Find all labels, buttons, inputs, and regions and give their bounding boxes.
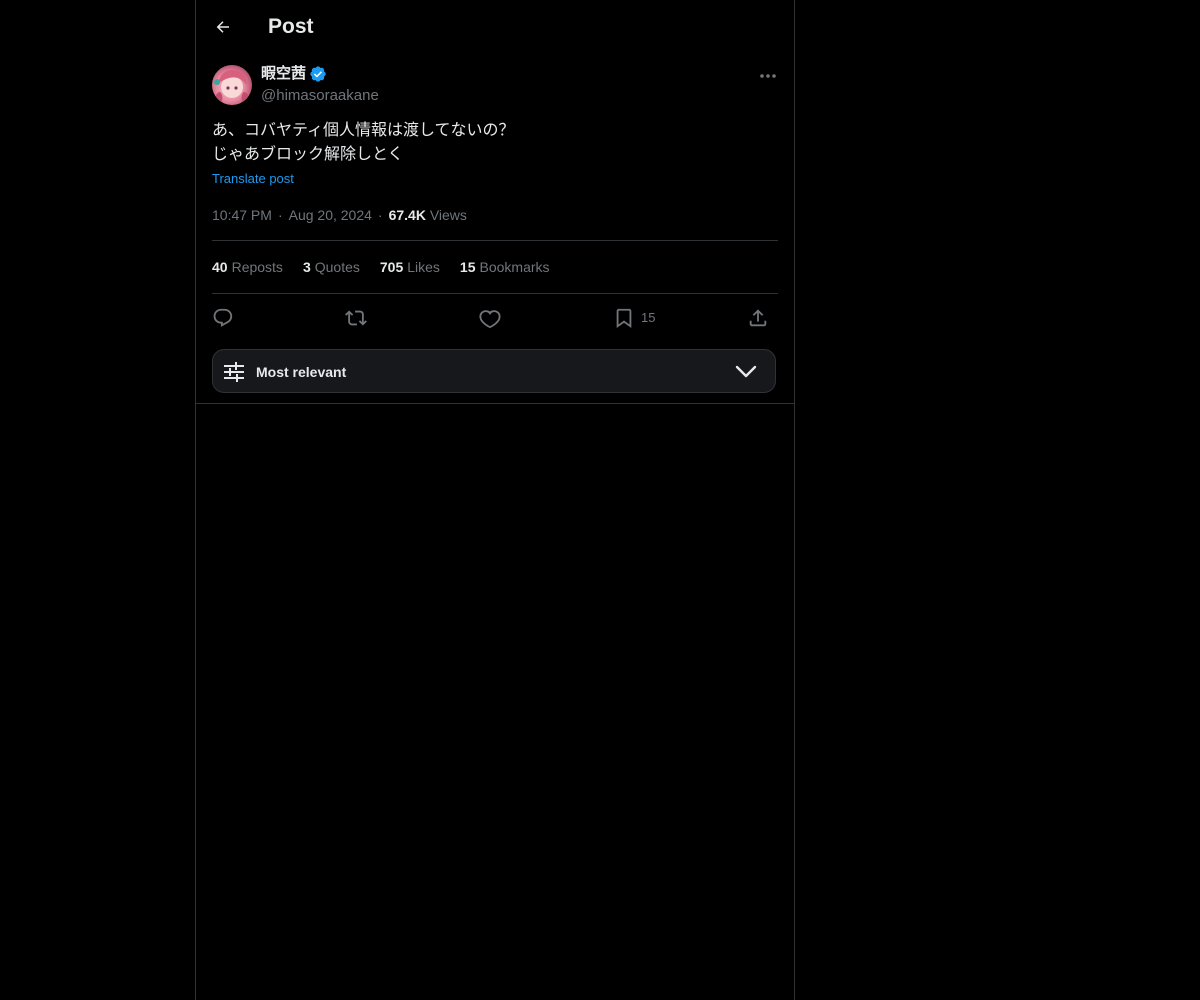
bookmark-button[interactable]: 15 bbox=[613, 305, 655, 331]
page-title: Post bbox=[268, 15, 314, 38]
page-header: Post bbox=[196, 0, 794, 53]
post-text: あ、コバヤティ個人情報は渡してないの？ じゃあブロック解除しとく bbox=[212, 122, 515, 163]
stat-count: 705 bbox=[379, 259, 404, 275]
chevron-down-icon bbox=[735, 365, 757, 378]
engagement-stats: 40 Reposts 3 Quotes 705 Likes 15 Bookmarks bbox=[212, 257, 570, 277]
meta-separator: · bbox=[277, 207, 283, 223]
stat-count: 3 bbox=[302, 259, 311, 275]
author-name-text: 暇空茜 bbox=[261, 65, 307, 82]
stat-likes[interactable]: 705 Likes bbox=[380, 257, 440, 277]
stat-bookmarks[interactable]: 15 Bookmarks bbox=[460, 257, 550, 277]
meta-separator: · bbox=[377, 207, 383, 223]
stat-reposts[interactable]: 40 Reposts bbox=[212, 257, 283, 277]
verified-badge-icon bbox=[310, 66, 326, 82]
post-detail-column: Post 暇空茜 @himasoraakane あ、コバヤティ個人情報は渡してな… bbox=[195, 0, 795, 1000]
bookmark-count: 15 bbox=[641, 310, 656, 325]
repost-icon bbox=[345, 310, 367, 326]
avatar[interactable] bbox=[212, 65, 252, 105]
stat-count: 15 bbox=[459, 259, 476, 275]
share-icon bbox=[749, 309, 767, 327]
bookmark-icon bbox=[616, 308, 632, 329]
share-button[interactable] bbox=[747, 305, 769, 331]
sliders-icon bbox=[224, 362, 244, 382]
stat-quotes[interactable]: 3 Quotes bbox=[303, 257, 360, 277]
reply-button[interactable] bbox=[212, 305, 234, 331]
post-metadata: 10:47 PM · Aug 20, 2024 · 67.4K Views bbox=[212, 205, 467, 225]
stat-label: Bookmarks bbox=[479, 259, 550, 275]
sort-label: Most relevant bbox=[256, 364, 347, 380]
reply-sort-dropdown[interactable]: Most relevant bbox=[212, 349, 776, 393]
divider bbox=[212, 240, 778, 241]
like-button[interactable] bbox=[479, 305, 501, 331]
heart-icon bbox=[479, 310, 501, 329]
stat-label: Reposts bbox=[231, 259, 283, 275]
back-button[interactable] bbox=[210, 14, 236, 40]
repost-button[interactable] bbox=[345, 305, 367, 331]
more-options-button[interactable] bbox=[756, 66, 780, 86]
avatar-image bbox=[214, 69, 248, 105]
post-action-bar: 15 bbox=[212, 305, 778, 331]
translate-post-link[interactable]: Translate post bbox=[212, 170, 294, 188]
author-display-name[interactable]: 暇空茜 bbox=[261, 64, 327, 84]
stat-label: Likes bbox=[407, 259, 440, 275]
more-dots-icon bbox=[760, 74, 776, 78]
views-count: 67.4K bbox=[388, 207, 426, 223]
divider bbox=[212, 293, 778, 294]
post-time[interactable]: 10:47 PM bbox=[212, 207, 272, 223]
author-handle[interactable]: @himasoraakane bbox=[261, 86, 379, 106]
views-label: Views bbox=[429, 207, 467, 223]
stat-label: Quotes bbox=[314, 259, 360, 275]
arrow-left-icon bbox=[216, 21, 229, 33]
stat-count: 40 bbox=[212, 259, 228, 275]
section-divider bbox=[196, 403, 794, 404]
post-date[interactable]: Aug 20, 2024 bbox=[289, 207, 372, 223]
reply-icon bbox=[213, 308, 233, 327]
